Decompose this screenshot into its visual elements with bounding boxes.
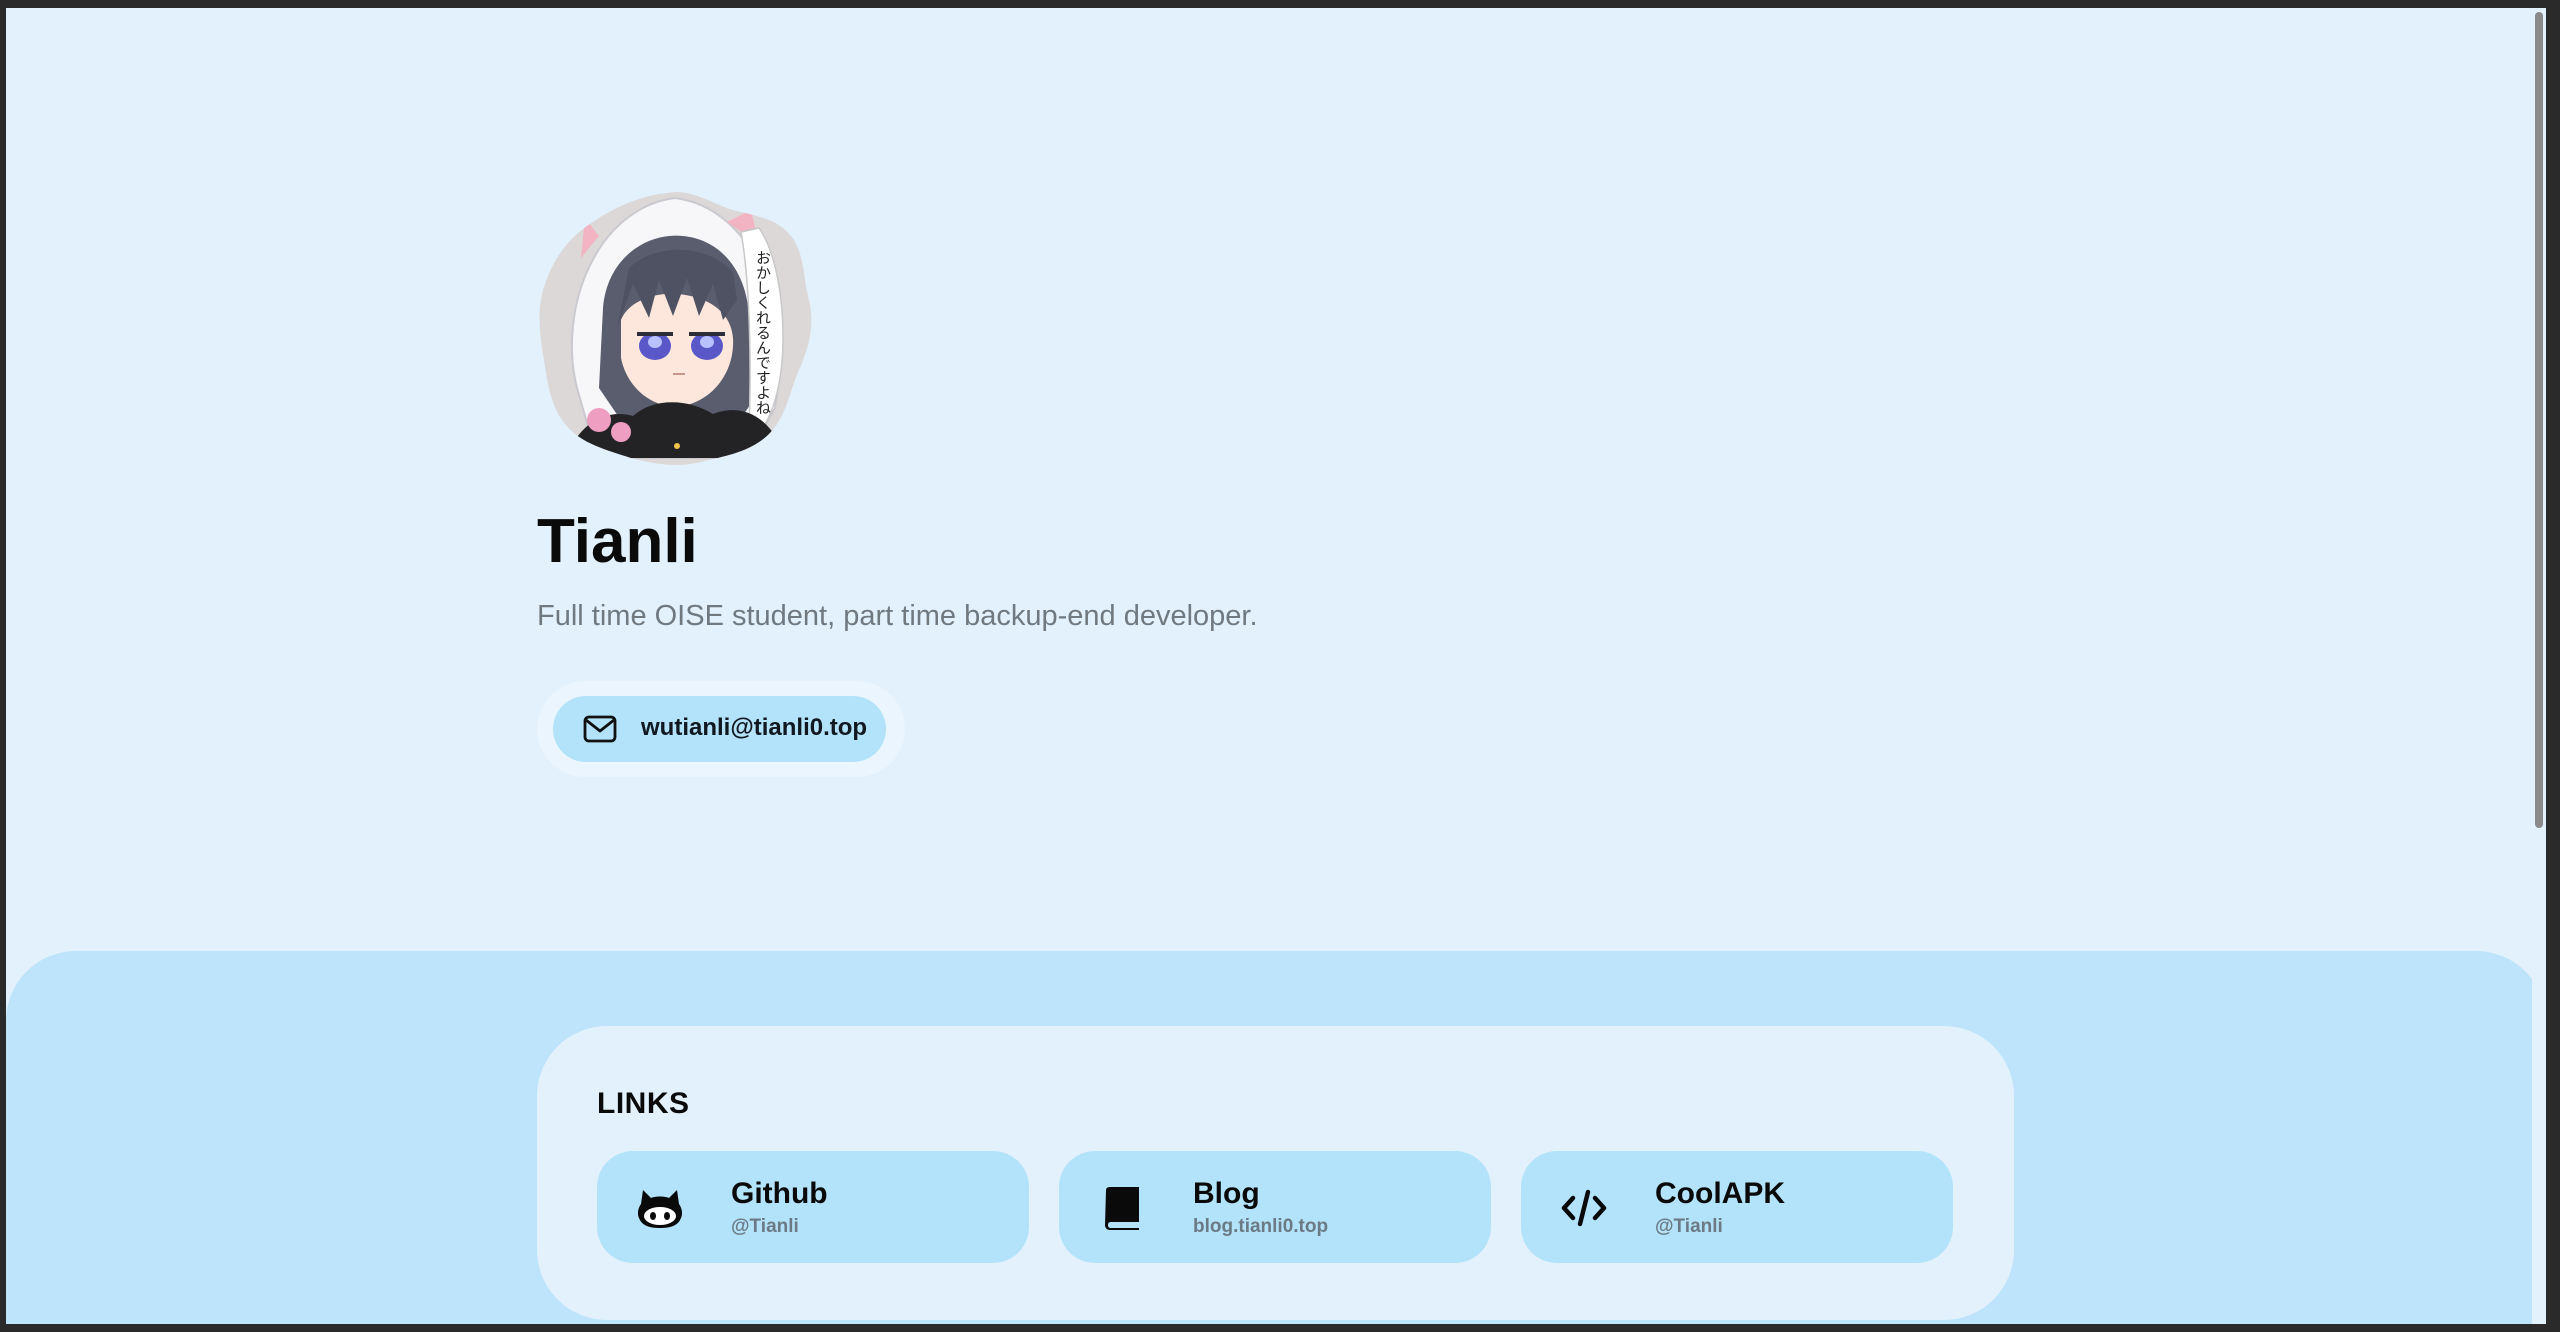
profile-bio: Full time OISE student, part time backup… (537, 600, 1258, 632)
link-handle: @Tianli (731, 1216, 799, 1237)
mail-icon (583, 715, 617, 743)
link-blog[interactable]: Blog blog.tianli0.top (1059, 1151, 1491, 1263)
link-handle: @Tianli (1655, 1216, 1723, 1237)
code-icon (1561, 1189, 1607, 1227)
link-name: CoolAPK (1655, 1177, 1785, 1210)
links-title: LINKS (597, 1087, 690, 1120)
browser-viewport: おかしくれるんですよね Tianli Full time OISE studen… (6, 8, 2546, 1324)
link-url: blog.tianli0.top (1193, 1216, 1329, 1237)
scrollbar-thumb[interactable] (2535, 12, 2543, 828)
profile-name: Tianli (537, 507, 698, 576)
avatar: おかしくれるんですよね (539, 192, 812, 465)
links-card: LINKS Github @Tianli Blog blog.tianli0.t… (537, 1026, 2014, 1320)
book-icon (1105, 1187, 1139, 1230)
email-address: wutianli@tianli0.top (641, 714, 868, 741)
link-coolapk[interactable]: CoolAPK @Tianli (1521, 1151, 1953, 1263)
link-github[interactable]: Github @Tianli (597, 1151, 1029, 1263)
github-icon (637, 1190, 683, 1228)
svg-text:おかしくれるんですよね: おかしくれるんですよね (754, 250, 772, 415)
email-button[interactable]: wutianli@tianli0.top (553, 696, 886, 762)
scrollbar[interactable] (2532, 8, 2546, 1324)
link-name: Blog (1193, 1177, 1260, 1210)
email-button-wrapper: wutianli@tianli0.top (537, 681, 905, 777)
link-name: Github (731, 1177, 828, 1210)
